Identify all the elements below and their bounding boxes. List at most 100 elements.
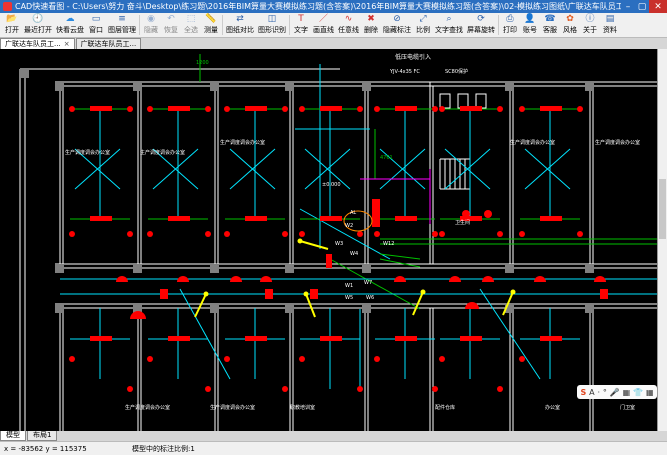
search-text-icon: ⌕ (446, 14, 452, 24)
wire-label: W5 (345, 295, 353, 301)
annotation-arrow (194, 293, 207, 318)
toolbar-button-select-all[interactable]: ⬚ 全选 (181, 13, 201, 35)
toolbar-button-window[interactable]: ▭ 窗口 (86, 13, 106, 35)
grid-icon[interactable]: ▦ (646, 388, 654, 397)
toolbar-button-delete[interactable]: ✖ 删除 (361, 13, 381, 35)
wire-label: W3 (335, 241, 343, 247)
toolbar-button-line[interactable]: ／ 画直线 (311, 13, 336, 35)
socket-symbol (299, 231, 305, 237)
toolbar-button-label: 最近打开 (24, 26, 52, 34)
window-controls: – ▢ ✕ (621, 0, 667, 13)
skin-icon[interactable]: 👕 (633, 388, 643, 397)
toolbar-button-compare[interactable]: ⇄ 图纸对比 (224, 13, 256, 35)
tab-model[interactable]: 模型 (0, 431, 26, 441)
toolbar-button-scale[interactable]: ⤢ 比例 (413, 13, 433, 35)
toolbar-separator (498, 15, 499, 35)
ime-punct-icon[interactable]: · (597, 388, 600, 397)
toilet-fixture (475, 93, 487, 109)
vertical-scrollbar[interactable] (657, 49, 667, 431)
toolbar-button-label: 测量 (204, 26, 218, 34)
socket-symbol (374, 231, 380, 237)
light-fixture (90, 106, 112, 111)
socket-symbol (147, 356, 153, 362)
toolbar-button-folder[interactable]: 📂 打开 (2, 13, 22, 35)
toolbar-button-label: 打开 (5, 26, 19, 34)
toilet-fixture (457, 93, 469, 109)
socket-symbol (205, 106, 211, 112)
window-title: CAD快速看图 - C:\Users\努力 奋斗\Desktop\练习题\201… (15, 2, 621, 11)
exit-sign (160, 289, 168, 299)
annotation-scale: 模型中的标注比例:1 (132, 444, 195, 453)
tab-drawing-2[interactable]: 广联达车队员工... (75, 38, 142, 49)
exhaust-fan (484, 210, 492, 218)
toilet-fixture (439, 93, 451, 109)
toolbar-button-eye[interactable]: ◉ 隐藏 (141, 13, 161, 35)
ime-degree-icon[interactable]: ° (603, 388, 607, 397)
emergency-light (534, 276, 546, 282)
room-label-office: 生产调度调会办公室 (140, 149, 185, 156)
toolbar-button-layers[interactable]: ≡ 图层管理 (106, 13, 138, 35)
toolbar-button-hide-mark[interactable]: ⊘ 隐藏标注 (381, 13, 413, 35)
room-label-training: 职教培训室 (290, 404, 315, 411)
toolbar-button-label: 恢复 (164, 26, 178, 34)
ime-toolbar[interactable]: S A · ° 🎤 ▦ 👕 ▦ (577, 385, 657, 399)
ime-logo-icon[interactable]: S (580, 388, 586, 397)
socket-symbol (357, 386, 363, 392)
main-toolbar: 📂 打开 🕘 最近打开 ☁ 快看云盘 ▭ 窗口 ≡ 图层管理 ◉ 隐藏 ↶ 恢复 ⬚ 全选 📏 测量 ⇄ 图纸对比 ◫ 图… (0, 13, 667, 38)
tab-layout1[interactable]: 布局1 (27, 431, 58, 441)
ime-lang-button[interactable]: A (589, 388, 594, 397)
maximize-icon[interactable]: ▢ (635, 0, 649, 13)
light-fixture (460, 336, 482, 341)
socket-symbol (439, 356, 445, 362)
wire-label: W1 (345, 283, 353, 289)
minimize-icon[interactable]: – (621, 0, 635, 13)
wire-label: W4 (350, 251, 358, 257)
light-fixture (460, 106, 482, 111)
toolbar-button-recognize[interactable]: ◫ 图形识别 (256, 13, 288, 35)
structural-column (585, 304, 594, 313)
toolbar-button-cloud[interactable]: ☁ 快看云盘 (54, 13, 86, 35)
light-fixture (168, 106, 190, 111)
structural-column (585, 82, 594, 91)
toolbar-button-support[interactable]: ☎ 客服 (540, 13, 560, 35)
toolbar-button-label: 客服 (543, 26, 557, 34)
toolbar-button-undo[interactable]: ↶ 恢复 (161, 13, 181, 35)
delete-icon: ✖ (367, 14, 375, 24)
structural-column (362, 304, 371, 313)
toolbar-button-print[interactable]: ⎙ 打印 (500, 13, 520, 35)
scroll-thumb[interactable] (659, 179, 666, 239)
socket-symbol (432, 386, 438, 392)
app-logo-icon (3, 2, 12, 11)
toolbar-button-style[interactable]: ✿ 风格 (560, 13, 580, 35)
toolbar-button-freehand[interactable]: ∿ 任意线 (336, 13, 361, 35)
tab-drawing-1[interactable]: 广联达车队员工... × (0, 38, 75, 49)
microphone-icon[interactable]: 🎤 (610, 388, 620, 397)
toolbar-button-text[interactable]: T 文字 (291, 13, 311, 35)
structural-column (55, 264, 64, 273)
tab-label: 广联达车队员工... (80, 40, 137, 48)
toolbar-button-clock[interactable]: 🕘 最近打开 (22, 13, 54, 35)
keyboard-icon[interactable]: ▦ (623, 388, 631, 397)
toolbar-button-rotate[interactable]: ⟳ 屏幕旋转 (465, 13, 497, 35)
toolbar-button-search-text[interactable]: ⌕ 文字查找 (433, 13, 465, 35)
light-fixture (540, 216, 562, 221)
dimension-text-top: 1200 (196, 60, 209, 66)
close-tab-icon[interactable]: × (64, 39, 70, 49)
toolbar-button-about[interactable]: ⓘ 关于 (580, 13, 600, 35)
document-tabs: 广联达车队员工... × 广联达车队员工... (0, 38, 667, 49)
toolbar-button-ruler[interactable]: 📏 测量 (201, 13, 221, 35)
emergency-light (394, 276, 406, 282)
socket-symbol (519, 106, 525, 112)
socket-symbol (299, 106, 305, 112)
toolbar-button-label: 任意线 (338, 26, 359, 34)
cad-drawing[interactable]: 生产调度调会办公室 生产调度调会办公室生产调度调会办公室 生产调度调会办公室 生产调度… (0, 49, 657, 431)
socket-symbol (577, 231, 583, 237)
close-icon[interactable]: ✕ (649, 0, 667, 13)
undo-icon: ↶ (167, 14, 175, 24)
structural-column (20, 69, 29, 78)
toolbar-button-account[interactable]: 👤 账号 (520, 13, 540, 35)
toolbar-button-docs[interactable]: ▤ 资料 (600, 13, 620, 35)
drawing-canvas[interactable]: 生产调度调会办公室 生产调度调会办公室 生产调度调会办公室 生产调度调会办公室 生产调度… (0, 49, 657, 431)
room-label-office: 生产调度调会办公室 (220, 139, 265, 146)
print-icon: ⎙ (506, 14, 514, 24)
